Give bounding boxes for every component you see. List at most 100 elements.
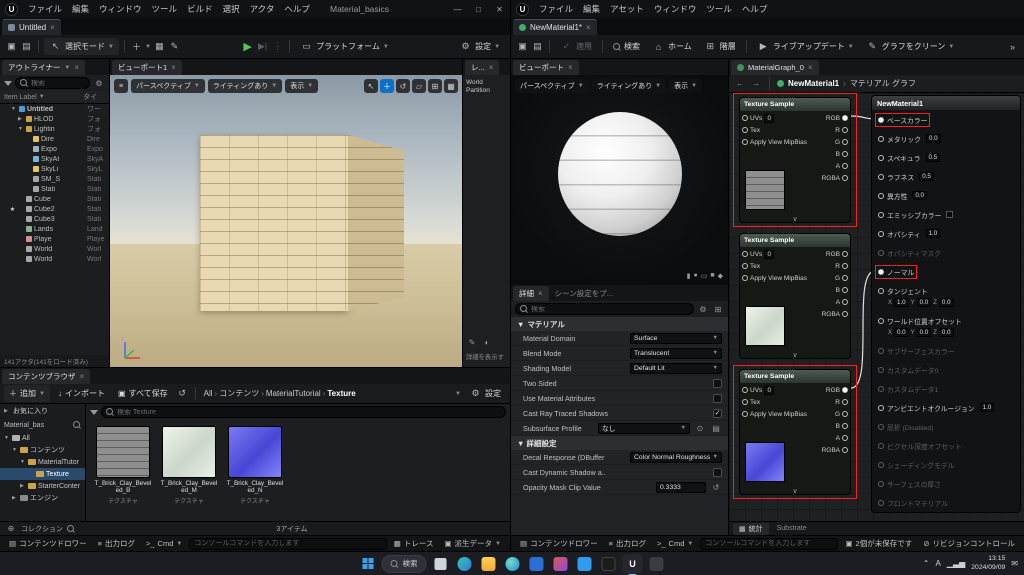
output-pin[interactable]: G bbox=[822, 136, 848, 148]
cmd-dropdown[interactable]: >_ Cmd ▼ bbox=[142, 537, 186, 550]
outliner-row[interactable]: LandsLand bbox=[0, 224, 109, 234]
hidden-icons-chevron[interactable]: ⌃ bbox=[923, 559, 930, 568]
close-panel-icon[interactable]: × bbox=[74, 63, 79, 72]
console-input-box[interactable] bbox=[189, 538, 386, 550]
photos-button[interactable] bbox=[551, 554, 571, 574]
expand-arrow-icon[interactable]: ▼ bbox=[11, 106, 17, 112]
outliner-row[interactable]: WorldWorl bbox=[0, 244, 109, 254]
platforms-dropdown[interactable]: ▭ プラットフォーム▼ bbox=[295, 38, 394, 55]
material-input-pin[interactable]: ラフネス0.5 bbox=[872, 167, 1020, 186]
unsaved-indicator[interactable]: ▣ 2個が未保存です bbox=[841, 536, 916, 551]
tree-item-StarterConter[interactable]: ▶StarterConter bbox=[0, 480, 85, 492]
notifications-icon[interactable]: ✉ bbox=[1011, 559, 1018, 568]
viewport-options-icon[interactable]: ≡ bbox=[114, 79, 128, 93]
show-dropdown[interactable]: 表示▼ bbox=[669, 79, 702, 93]
pin-value[interactable]: 0.0 bbox=[912, 191, 927, 200]
output-pin[interactable]: G bbox=[822, 408, 848, 420]
filter-icon[interactable] bbox=[4, 81, 12, 86]
unreal-logo-icon[interactable]: U bbox=[516, 3, 529, 16]
property-dropdown[interactable]: Surface▼ bbox=[630, 333, 722, 344]
console-input[interactable] bbox=[194, 540, 381, 547]
pin-value[interactable]: 0.5 bbox=[926, 153, 941, 162]
explorer-button[interactable] bbox=[479, 554, 499, 574]
pin-value[interactable]: 0.5 bbox=[919, 172, 934, 181]
skip-frame-button[interactable]: ▶| bbox=[256, 41, 269, 52]
taskbar-clock[interactable]: 13:15 2024/09/09 bbox=[971, 555, 1005, 572]
pin-value[interactable]: 0.0 bbox=[926, 134, 941, 143]
ime-indicator[interactable]: A bbox=[935, 559, 940, 568]
input-pin[interactable]: Apply View MipBias bbox=[742, 136, 807, 148]
details-section-header[interactable]: ▼ 詳細設定 bbox=[511, 436, 728, 450]
store-button[interactable] bbox=[527, 554, 547, 574]
color-swatch[interactable] bbox=[946, 211, 953, 218]
tab-viewport1[interactable]: ビューポート1 × bbox=[112, 60, 182, 75]
property-value-input[interactable]: 0.3333 bbox=[656, 482, 706, 493]
material-input-pin[interactable]: サブサーフェスカラー bbox=[872, 341, 1020, 360]
menu-item[interactable]: 編集 bbox=[67, 4, 94, 14]
expand-arrow-icon[interactable]: ▶ bbox=[20, 483, 26, 489]
view-mode-dropdown[interactable]: ライティングあり▼ bbox=[592, 79, 666, 93]
property-dropdown[interactable]: Color Normal Roughness▼ bbox=[630, 452, 722, 463]
outliner-row[interactable]: SkyLiSkyL bbox=[0, 164, 109, 174]
network-volume-icons[interactable]: ▁▃▅ bbox=[947, 559, 965, 568]
tab-content-browser[interactable]: コンテンツブラウザ × bbox=[2, 369, 90, 384]
output-pin[interactable]: R bbox=[822, 396, 848, 408]
cmd-dropdown[interactable]: >_ Cmd ▼ bbox=[653, 537, 697, 550]
tab-levels[interactable]: レ... × bbox=[465, 60, 499, 75]
tab-stats[interactable]: ▦ 統計 bbox=[733, 523, 769, 535]
input-pin[interactable]: Tex bbox=[742, 396, 807, 408]
pin-value[interactable]: 1.0 bbox=[894, 298, 909, 307]
console-input-box[interactable] bbox=[700, 538, 838, 550]
material-input-pin[interactable]: カスタムデータ1 bbox=[872, 379, 1020, 398]
favorites-section[interactable]: ▶ お気に入り bbox=[0, 404, 85, 418]
show-dropdown[interactable]: 表示▼ bbox=[285, 79, 318, 93]
cb-settings-dropdown[interactable]: ⚙ 設定 bbox=[464, 385, 506, 402]
perspective-dropdown[interactable]: パースペクティブ▼ bbox=[131, 79, 205, 93]
close-tab-icon[interactable]: × bbox=[50, 23, 55, 32]
vscode-button[interactable] bbox=[575, 554, 595, 574]
copilot-button[interactable] bbox=[455, 554, 475, 574]
rotate-tool-icon[interactable]: ↺ bbox=[396, 79, 410, 93]
menu-item[interactable]: ファイル bbox=[534, 4, 578, 14]
close-panel-icon[interactable]: × bbox=[808, 63, 813, 72]
input-pin[interactable]: UVs0 bbox=[742, 248, 807, 260]
search-icon[interactable] bbox=[67, 525, 75, 533]
expand-node-icon[interactable]: ∨ bbox=[740, 215, 850, 223]
pin-value[interactable]: 0.0 bbox=[939, 328, 954, 337]
tab-material-graph[interactable]: MaterialGraph_0 × bbox=[731, 60, 819, 75]
tree-item-All[interactable]: ▼All bbox=[0, 432, 85, 444]
tab-substrate[interactable]: Substrate bbox=[771, 524, 813, 533]
menu-item[interactable]: ツール bbox=[147, 4, 183, 14]
outliner-row[interactable]: ★Cube2Stati bbox=[0, 204, 109, 214]
landscape-mode-icon[interactable]: ▦ bbox=[153, 41, 166, 52]
material-input-pin[interactable]: エミッシブカラー bbox=[872, 205, 1020, 224]
material-input-pin[interactable]: アンビエントオクルージョン1.0 bbox=[872, 398, 1020, 417]
add-button[interactable]: ＋ 追加 ▼ bbox=[4, 385, 50, 402]
input-pin[interactable]: UVs0 bbox=[742, 112, 807, 124]
menu-item[interactable]: 選択 bbox=[218, 4, 245, 14]
breadcrumb-root[interactable]: NewMaterial1 bbox=[788, 79, 839, 88]
close-panel-icon[interactable]: × bbox=[568, 63, 573, 72]
property-dropdown[interactable]: なし▼ bbox=[598, 423, 690, 434]
menu-item[interactable]: ウィンドウ bbox=[649, 4, 702, 14]
edge-button[interactable] bbox=[503, 554, 523, 574]
taskbar-search[interactable]: 検索 bbox=[382, 555, 427, 573]
material-input-pin[interactable]: カスタムデータ0 bbox=[872, 360, 1020, 379]
clean-graph-dropdown[interactable]: ✎ グラフをクリーン▼ bbox=[861, 38, 960, 55]
menu-item[interactable]: ツール bbox=[701, 4, 737, 14]
output-pin[interactable]: A bbox=[822, 160, 848, 172]
unreal-engine-button[interactable]: U bbox=[623, 554, 643, 574]
cube-shape-icon[interactable]: ■ bbox=[710, 272, 714, 280]
mesh-shape-icon[interactable]: ◆ bbox=[718, 272, 723, 280]
sphere-icon[interactable]: ◐ bbox=[481, 338, 493, 347]
use-selected-icon[interactable]: ⊙ bbox=[694, 424, 706, 433]
brick-cube-side-face[interactable] bbox=[348, 135, 404, 311]
material-input-pin[interactable]: 異方性0.0 bbox=[872, 186, 1020, 205]
maximize-button[interactable]: □ bbox=[468, 0, 489, 18]
close-panel-icon[interactable]: × bbox=[171, 63, 176, 72]
column-item-label[interactable]: Item Label bbox=[4, 94, 37, 101]
plane-shape-icon[interactable]: ▭ bbox=[701, 272, 708, 280]
breadcrumb-item[interactable]: コンテンツ bbox=[217, 388, 261, 399]
back-icon[interactable]: ← bbox=[734, 79, 746, 88]
outliner-row[interactable]: SkyAtSkyA bbox=[0, 154, 109, 164]
